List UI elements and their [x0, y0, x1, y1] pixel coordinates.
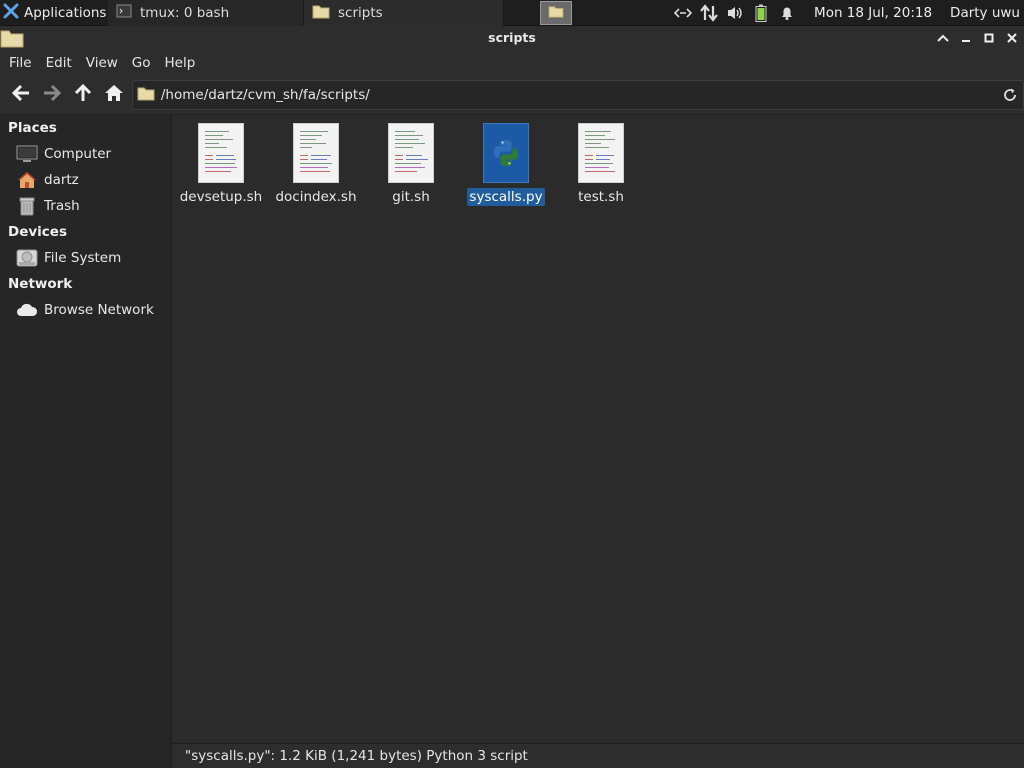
file-item-docindex[interactable]: docindex.sh [271, 123, 361, 206]
top-panel: Applications ≡ tmux: 0 bash scripts [0, 0, 1024, 26]
network-code-icon[interactable] [674, 4, 693, 22]
home-folder-icon [16, 169, 38, 191]
status-bar: "syscalls.py": 1.2 KiB (1,241 bytes) Pyt… [172, 743, 1024, 768]
close-window-icon[interactable] [1003, 29, 1020, 46]
notification-bell-icon[interactable] [778, 4, 796, 22]
sidebar-item-dartz[interactable]: dartz [0, 167, 171, 193]
up-button[interactable] [68, 80, 99, 110]
user-menu[interactable]: Darty uwu [950, 5, 1020, 21]
sidebar: Places Computer dartz Trash Devices File… [0, 115, 172, 768]
minimize-window-icon[interactable] [957, 29, 974, 46]
sidebar-item-label: dartz [44, 172, 79, 188]
menu-help[interactable]: Help [158, 55, 203, 71]
taskbar-item-terminal[interactable]: tmux: 0 bash [108, 0, 304, 26]
shell-script-icon [198, 123, 244, 183]
menu-view[interactable]: View [79, 55, 125, 71]
file-name: git.sh [392, 189, 430, 205]
drive-icon [16, 247, 38, 269]
python-script-icon [483, 123, 529, 183]
status-text: "syscalls.py": 1.2 KiB (1,241 bytes) Pyt… [185, 748, 528, 764]
sidebar-item-browse-network[interactable]: Browse Network [0, 297, 171, 323]
arrow-right-icon [42, 84, 62, 106]
location-bar[interactable]: /home/dartz/cvm_sh/fa/scripts/ [131, 79, 1024, 110]
terminal-icon [116, 3, 132, 23]
taskbar-item-scripts[interactable]: scripts [304, 0, 504, 26]
arrow-left-icon [11, 84, 31, 106]
window-titlebar[interactable]: scripts [0, 26, 1024, 50]
folder-icon [312, 3, 330, 23]
back-button[interactable] [6, 80, 37, 110]
file-view[interactable]: devsetup.sh docindex.sh git.sh syscalls.… [172, 115, 1024, 743]
file-name: devsetup.sh [179, 189, 263, 205]
file-name: test.sh [578, 189, 624, 205]
shade-window-icon[interactable] [934, 29, 951, 46]
folder-icon [137, 85, 155, 105]
menubar: File Edit View Go Help [0, 50, 1024, 75]
file-name: docindex.sh [275, 189, 357, 205]
menu-edit[interactable]: Edit [39, 55, 79, 71]
taskbar-item-label: tmux: 0 bash [140, 4, 230, 21]
sidebar-item-computer[interactable]: Computer [0, 141, 171, 167]
folder-icon [548, 4, 564, 22]
reload-icon[interactable] [1001, 86, 1019, 104]
taskbar-separator [504, 0, 540, 26]
shell-script-icon [293, 123, 339, 183]
sidebar-header-network: Network [8, 276, 73, 292]
trash-icon [16, 195, 38, 217]
arrow-up-icon [74, 83, 92, 107]
sidebar-header-devices: Devices [8, 224, 67, 240]
window-title: scripts [488, 30, 536, 45]
sidebar-item-label: Computer [44, 146, 112, 162]
network-transfer-icon[interactable] [700, 3, 718, 22]
maximize-window-icon[interactable] [980, 29, 997, 46]
sidebar-item-label: Trash [44, 198, 80, 214]
panel-clock[interactable]: Mon 18 Jul, 20:18 [814, 5, 932, 21]
file-name-selected: syscalls.py [467, 188, 545, 206]
sidebar-header-places: Places [8, 120, 57, 136]
home-icon [104, 84, 124, 106]
menu-go[interactable]: Go [125, 55, 158, 71]
file-item-devsetup[interactable]: devsetup.sh [176, 123, 266, 206]
sidebar-item-trash[interactable]: Trash [0, 193, 171, 219]
menu-file[interactable]: File [2, 55, 39, 71]
applications-menu-button[interactable]: Applications ≡ [0, 0, 121, 26]
xfce-logo-icon [3, 3, 19, 23]
forward-button[interactable] [37, 80, 68, 110]
shell-script-icon [578, 123, 624, 183]
toolbar: /home/dartz/cvm_sh/fa/scripts/ [0, 75, 1024, 115]
sidebar-item-label: Browse Network [44, 302, 154, 318]
battery-icon[interactable] [752, 4, 770, 22]
sidebar-item-file-system[interactable]: File System [0, 245, 171, 271]
file-item-git[interactable]: git.sh [366, 123, 456, 206]
shell-script-icon [388, 123, 434, 183]
file-manager-launcher[interactable] [540, 0, 572, 25]
location-path[interactable]: /home/dartz/cvm_sh/fa/scripts/ [161, 87, 370, 103]
window-controls [934, 29, 1020, 46]
volume-icon[interactable] [726, 4, 744, 22]
computer-icon [16, 143, 38, 165]
sidebar-item-label: File System [44, 250, 122, 266]
applications-label: Applications [24, 4, 107, 21]
taskbar-item-label: scripts [338, 4, 383, 21]
home-button[interactable] [99, 80, 130, 110]
cloud-icon [16, 299, 38, 321]
file-item-test[interactable]: test.sh [556, 123, 646, 206]
file-item-syscalls[interactable]: syscalls.py [461, 123, 551, 206]
system-tray: Mon 18 Jul, 20:18 Darty uwu [674, 3, 1024, 22]
